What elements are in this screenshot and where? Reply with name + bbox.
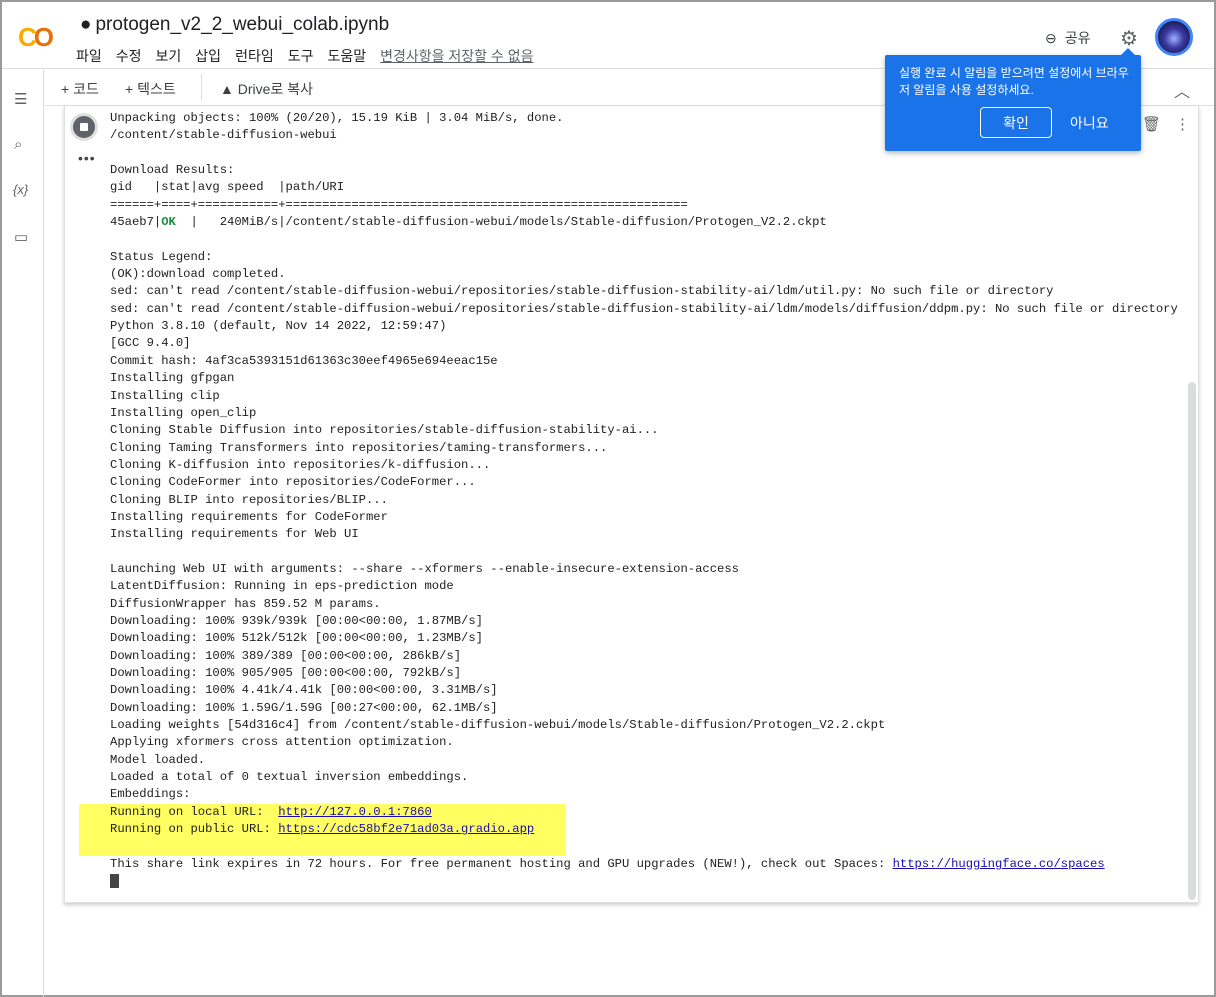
output-line: Installing requirements for CodeFormer [110,509,388,524]
copy-to-drive-button[interactable]: ▲ Drive로 복사 [220,79,313,99]
folder-icon[interactable]: ▭ [14,228,28,246]
search-icon[interactable]: ⌕ [14,136,22,153]
output-line: Installing clip [110,388,220,403]
output-line: [GCC 9.4.0] [110,336,191,351]
public-url-line: Running on public URL: https://cdc58bf2e… [79,821,565,839]
copy-to-drive-label: Drive로 복사 [237,81,313,97]
output-line: Installing gfpgan [110,371,235,386]
toolbar-divider [201,74,202,100]
menu-file[interactable]: 파일 [76,46,102,66]
menu-tools[interactable]: 도구 [288,46,314,66]
output-line: Model loaded. [110,752,206,767]
menu-edit[interactable]: 수정 [116,46,142,66]
popup-message: 실행 완료 시 알림을 받으려면 설정에서 브라우저 알림을 사용 설정하세요. [899,66,1129,97]
github-icon: ● [80,14,92,35]
chevron-up-icon[interactable]: ︿ [1174,78,1190,102]
cell-output: Unpacking objects: 100% (20/20), 15.19 K… [79,110,1178,890]
local-url-line: Running on local URL: http://127.0.0.1:7… [79,803,565,822]
share-expiry-text: This share link expires in 72 hours. For… [110,856,893,871]
output-line: sed: can't read /content/stable-diffusio… [110,301,1178,316]
public-url-label: Running on public URL: [110,822,279,837]
output-line: sed: can't read /content/stable-diffusio… [110,284,1054,299]
terminal-cursor[interactable] [110,873,119,888]
output-line: Cloning Stable Diffusion into repositori… [110,423,659,438]
output-line: Embeddings: [110,787,191,802]
output-line: Downloading: 100% 4.41k/4.41k [00:00<00:… [110,683,498,698]
row-rest: | 240MiB/s|/content/stable-diffusion-web… [175,215,827,230]
output-line: Applying xformers cross attention optimi… [110,735,454,750]
spaces-link[interactable]: https://huggingface.co/spaces [893,857,1105,871]
menu-runtime[interactable]: 런타임 [235,46,274,66]
output-line: Cloning K-diffusion into repositories/k-… [110,457,491,472]
colab-logo[interactable]: CO [18,22,54,53]
output-line: Installing requirements for Web UI [110,527,359,542]
gid: 45aeb7| [110,215,162,230]
menu-bar: 파일 수정 보기 삽입 런타임 도구 도움말 변경사항을 저장할 수 없음 [76,46,533,66]
share-expiry-line: This share link expires in 72 hours. For… [110,856,1178,873]
output-line: Downloading: 100% 512k/512k [00:00<00:00… [110,631,483,646]
local-url-label: Running on local URL: [110,804,279,819]
output-line: Downloading: 100% 939k/939k [00:00<00:00… [110,613,483,628]
output-line: ======+====+===========+================… [110,197,688,212]
output-line: Python 3.8.10 (default, Nov 14 2022, 12:… [110,319,447,334]
table-of-contents-icon[interactable]: ☰ [14,90,27,108]
decline-button[interactable]: 아니요 [1070,113,1109,133]
output-line: Status Legend: [110,249,213,264]
menu-insert[interactable]: 삽입 [195,46,221,66]
highlight-padding [79,838,565,856]
add-text-button[interactable]: + 텍스트 [125,79,176,99]
menu-help[interactable]: 도움말 [327,46,366,66]
output-line: Downloading: 100% 389/389 [00:00<00:00, … [110,648,462,663]
output-line: Download Results: [110,163,235,178]
variables-icon[interactable]: {x} [13,182,28,197]
output-scrollbar[interactable] [1188,382,1196,900]
output-actions-icon[interactable]: ••• [78,150,96,166]
share-button[interactable]: ⊖ 공유 [1045,28,1091,48]
output-line: Cloning Taming Transformers into reposit… [110,440,608,455]
title-text: protogen_v2_2_webui_colab.ipynb [95,14,390,35]
output-line: Cloning BLIP into repositories/BLIP... [110,492,388,507]
stop-execution-button[interactable] [70,113,98,141]
share-label: 공유 [1064,30,1091,46]
output-line: Commit hash: 4af3ca5393151d61363c30eef49… [110,353,498,368]
output-line: Downloading: 100% 905/905 [00:00<00:00, … [110,666,462,680]
status-ok: OK [161,215,176,230]
output-line: Loaded a total of 0 textual inversion em… [110,770,469,785]
output-line: Loading weights [54d316c4] from /content… [110,718,886,733]
local-url-link[interactable]: http://127.0.0.1:7860 [278,805,432,819]
public-url-link[interactable]: https://cdc58bf2e71ad03a.gradio.app [278,822,534,836]
output-line: Cloning CodeFormer into repositories/Cod… [110,475,476,490]
output-line: Launching Web UI with arguments: --share… [110,561,739,576]
output-line: LatentDiffusion: Running in eps-predicti… [110,579,454,594]
avatar[interactable] [1155,18,1193,56]
confirm-button[interactable]: 확인 [980,107,1052,138]
output-line: Downloading: 100% 1.59G/1.59G [00:27<00:… [110,700,498,715]
link-icon: ⊖ [1045,29,1057,46]
menu-view[interactable]: 보기 [156,46,182,66]
left-sidebar: ☰ ⌕ {x} ▭ [2,70,44,997]
notification-popup: 실행 완료 시 알림을 받으려면 설정에서 브라우저 알림을 사용 설정하세요.… [885,48,1141,151]
download-result-row: 45aeb7|OK | 240MiB/s|/content/stable-dif… [110,214,1178,231]
output-line: DiffusionWrapper has 859.52 M params. [110,596,381,611]
output-line: (OK):download completed. [110,267,286,282]
output-line: gid |stat|avg speed |path/URI [110,180,345,195]
drive-icon: ▲ [220,81,238,97]
add-code-button[interactable]: + 코드 [61,79,99,99]
output-line: Installing open_clip [110,405,257,420]
save-status-link[interactable]: 변경사항을 저장할 수 없음 [380,46,533,66]
notebook-title[interactable]: ● protogen_v2_2_webui_colab.ipynb [80,14,389,36]
